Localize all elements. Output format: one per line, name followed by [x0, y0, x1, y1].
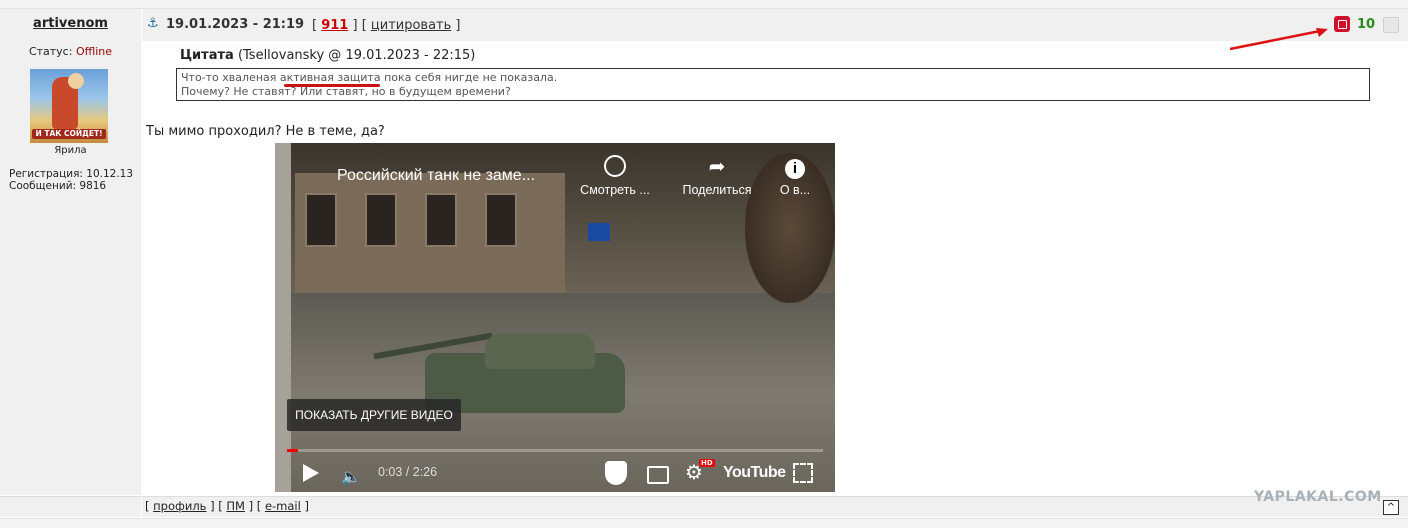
- footer-links: [ профиль ] [ ПМ ] [ e-mail ]: [145, 499, 309, 513]
- info-button[interactable]: i О в...: [755, 155, 835, 197]
- progress-bar-fill: [287, 449, 298, 452]
- thumbs-down-icon[interactable]: [1334, 16, 1350, 32]
- video-frame-window: [485, 193, 517, 247]
- video-frame-tank-turret: [485, 333, 595, 369]
- site-watermark: YAPLAKAL.COM: [1254, 489, 1382, 505]
- video-frame-window: [365, 193, 397, 247]
- video-frame-sign: [588, 223, 610, 241]
- avatar: И ТАК СОЙДЕТ!: [30, 69, 108, 143]
- player-controls: 🔈 0:03 / 2:26 ⚙ HD YouTube: [275, 455, 835, 492]
- author-status: Статус: Offline: [0, 45, 141, 58]
- volume-icon[interactable]: 🔈: [341, 467, 361, 486]
- share-label: Поделиться: [682, 183, 752, 197]
- profile-link[interactable]: профиль: [153, 499, 206, 513]
- footer-left: [0, 496, 141, 517]
- quote-source: (Tsellovansky @ 19.01.2023 - 22:15): [237, 48, 476, 63]
- quote-line-1: Что-то хваленая активная защита пока себ…: [181, 71, 558, 84]
- time-display: 0:03 / 2:26: [378, 465, 438, 479]
- thumbs-up-icon[interactable]: [1383, 17, 1399, 33]
- pm-link[interactable]: ПМ: [226, 499, 245, 513]
- email-link[interactable]: e-mail: [265, 499, 301, 513]
- post-number-group: [ 911 ] [ цитировать ]: [312, 18, 461, 33]
- status-value: Offline: [75, 45, 113, 58]
- registration-date: Регистрация: 10.12.13: [9, 168, 134, 180]
- post-date: 19.01.2023 - 21:19: [166, 17, 305, 32]
- avatar-title: Ярила: [54, 145, 87, 156]
- info-label: О в...: [779, 183, 811, 197]
- more-videos-button[interactable]: ПОКАЗАТЬ ДРУГИЕ ВИДЕО: [287, 399, 461, 431]
- progress-bar[interactable]: [287, 449, 823, 452]
- message-count: Сообщений: 9816: [9, 180, 107, 192]
- avatar-head: [68, 73, 84, 89]
- watch-later-label: Смотреть ...: [580, 183, 650, 197]
- shield-icon[interactable]: [605, 461, 627, 485]
- top-divider: [0, 0, 1408, 9]
- video-frame-window-edge: [275, 143, 291, 492]
- subtitles-icon[interactable]: [647, 466, 669, 484]
- anchor-icon[interactable]: ⚓: [147, 16, 159, 31]
- red-underline-annotation: [284, 84, 380, 87]
- quote-title: Цитата: [180, 48, 234, 63]
- clock-icon: [603, 155, 627, 179]
- author-stats: Регистрация: 10.12.13 Сообщений: 9816: [9, 168, 133, 192]
- reply-text: Ты мимо проходил? Не в теме, да?: [146, 124, 385, 139]
- rating-count: 10: [1357, 17, 1376, 32]
- post-number-link[interactable]: 911: [321, 18, 348, 33]
- hd-badge: HD: [699, 459, 715, 467]
- youtube-logo[interactable]: YouTube: [723, 464, 786, 482]
- quote-header: Цитата (Tsellovansky @ 19.01.2023 - 22:1…: [180, 48, 475, 63]
- video-frame-window: [425, 193, 457, 247]
- fullscreen-icon[interactable]: [793, 463, 813, 483]
- play-icon[interactable]: [303, 464, 319, 482]
- scroll-to-top-button[interactable]: ^: [1383, 500, 1399, 515]
- author-username-link[interactable]: artivenom: [0, 16, 141, 31]
- red-arrow-annotation: [1229, 28, 1328, 51]
- video-frame-window: [305, 193, 337, 247]
- avatar-caption: И ТАК СОЙДЕТ!: [32, 129, 106, 139]
- share-icon: ➦: [708, 156, 726, 178]
- quote-button[interactable]: цитировать: [371, 18, 451, 33]
- info-icon: i: [783, 155, 807, 179]
- watch-later-button[interactable]: Смотреть ...: [575, 155, 655, 197]
- status-label: Статус:: [28, 45, 73, 58]
- video-title-link[interactable]: Российский танк не заме...: [337, 167, 535, 185]
- post-footer: [142, 496, 1408, 517]
- share-button[interactable]: ➦ Поделиться: [677, 155, 757, 197]
- youtube-video-player[interactable]: Российский танк не заме... Смотреть ... …: [275, 143, 835, 492]
